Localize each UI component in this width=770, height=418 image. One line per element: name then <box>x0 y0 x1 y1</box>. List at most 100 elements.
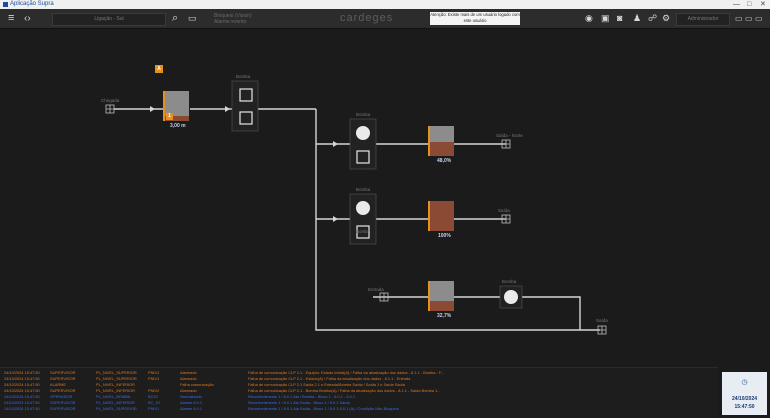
multi-login-alert: Atenção: Existe mais de um usuário logad… <box>430 12 520 25</box>
log-message: Falha de comunicação CLP 2.1 Saída 2.1 e… <box>248 382 405 387</box>
log-user: SUPERVISOR <box>50 388 76 393</box>
tank-2[interactable] <box>428 126 454 156</box>
log-row[interactable]: 24/10/2024 15:47:50 SUPERVISOR PL_NIVEL_… <box>0 406 718 412</box>
pump-group-4[interactable] <box>499 285 523 309</box>
info-line-2: Alarme evento <box>214 19 247 25</box>
window-icon[interactable]: ▭ <box>755 9 763 28</box>
valve-icon[interactable] <box>501 139 511 149</box>
pump-group-1[interactable] <box>231 80 259 132</box>
motor-icon[interactable] <box>504 290 518 304</box>
log-code: PNIV1 <box>148 370 160 375</box>
flow-arrow <box>150 106 155 112</box>
outlet-label: Saída <box>596 318 608 323</box>
log-type: Falha comunicação <box>180 382 214 387</box>
log-user: ALARME <box>50 382 66 387</box>
log-type: Alarme 8.0.1 <box>180 400 203 405</box>
log-point: PL_NIVEL_INFERIOR <box>96 388 135 393</box>
log-time: 24/10/2024 15:47:50 <box>4 394 40 399</box>
log-point: PL_NIVEL_INFERIOR <box>96 382 135 387</box>
app-logo-icon <box>3 2 8 7</box>
log-code: PNIV1 <box>148 376 160 381</box>
pump-label: Bomba <box>356 187 371 192</box>
pump-group-3[interactable] <box>349 193 377 245</box>
monitor-icon[interactable]: ▭ <box>188 9 197 28</box>
log-point: PL_NIVEL_SUPERIOR <box>96 376 137 381</box>
location-select[interactable]: Ligação - Sul <box>52 13 166 26</box>
window-icon[interactable]: ▭ <box>745 9 753 28</box>
log-time: 24/10/2024 15:47:50 <box>4 376 40 381</box>
log-message: Falha de comunicação CLP 2.1 - Bomba Bom… <box>248 388 441 393</box>
minimize-button[interactable]: — <box>733 0 740 9</box>
user-icon[interactable]: ♟ <box>633 9 641 28</box>
log-time: 24/10/2024 15:47:50 <box>4 400 40 405</box>
motor-icon[interactable] <box>356 201 370 215</box>
log-time: 24/10/2024 15:47:50 <box>4 388 40 393</box>
valve-icon[interactable] <box>105 104 115 114</box>
pump-group-2[interactable] <box>349 118 377 170</box>
pump-label: Bomba <box>502 279 517 284</box>
search-icon[interactable]: ⌕ <box>172 9 178 28</box>
pump-label: Bomba <box>356 112 371 117</box>
log-message: Reconhecimento 1 / 8.0.1 Ala Saída - Blo… <box>248 400 350 405</box>
tank-3[interactable] <box>428 201 454 231</box>
log-code: BC_S1 <box>148 400 161 405</box>
valve-icon[interactable] <box>501 214 511 224</box>
eye-icon[interactable]: ◉ <box>585 9 593 28</box>
alarm-badge[interactable]: A <box>155 65 163 73</box>
window-icon[interactable]: ▭ <box>735 9 743 28</box>
log-user: SUPERVISOR <box>50 406 76 411</box>
log-user: SUPERVISOR <box>50 400 76 405</box>
log-type: Normalizado <box>180 394 202 399</box>
brand-logo: cardeges <box>340 12 394 24</box>
valve-icon[interactable] <box>379 292 389 302</box>
event-log: 24/10/2024 15:47:50 SUPERVISOR PL_NIVEL_… <box>0 367 718 418</box>
hamburger-menu-icon[interactable]: ≡ <box>8 9 14 28</box>
log-message: Falha de comunicação CLP 2.1 - Equipto: … <box>248 370 445 375</box>
pump-label: Bomba <box>356 229 371 234</box>
log-time: 24/10/2024 15:47:50 <box>4 370 40 375</box>
log-user: SUPERVISOR <box>50 376 76 381</box>
diagram-canvas: A 1 Chegada Bomba Bomba Saída - Norte Bo… <box>0 29 770 367</box>
camera-icon[interactable]: ◙ <box>617 9 622 28</box>
close-button[interactable]: ✕ <box>760 0 766 9</box>
log-message: Reconhecimento 1 / 8.0.1 Ala / Bomba - B… <box>248 394 356 399</box>
clock-date: 24/10/2024 <box>731 396 758 402</box>
log-type: Alarmado <box>180 388 197 393</box>
clock-icon: ◷ <box>741 379 748 386</box>
tank-level-text: 3,00 m <box>170 123 186 129</box>
group-icon[interactable]: ☍ <box>648 9 657 28</box>
alarm-badge[interactable]: 1 <box>166 113 173 120</box>
flow-arrow <box>333 216 338 222</box>
window-title: Aplicação Supra <box>10 1 54 7</box>
user-field[interactable]: Administrador <box>676 13 730 26</box>
inlet-label: Entrada <box>368 287 384 292</box>
pump-label: Bomba <box>236 74 251 79</box>
log-message: Falha de comunicação CLP 2.1 - Estado(A)… <box>248 376 411 381</box>
log-code: PNIV2 <box>148 388 160 393</box>
log-user: OPERADOR <box>50 394 73 399</box>
log-message: Reconhecimento 1 / 8.0.1 Ala Saída - Blo… <box>248 406 399 411</box>
tank-level-text: 100% <box>438 233 451 239</box>
outlet-label: Saída - Norte <box>496 133 523 138</box>
valve-label: Chegada <box>101 98 120 103</box>
tank-level-text: 48,0% <box>437 158 452 164</box>
flow-arrow <box>333 141 338 147</box>
clock-time: 15:47:50 <box>734 404 755 410</box>
log-point: PL_NIVEL_INFERIOR <box>96 400 135 405</box>
pipe-diagram <box>105 80 607 335</box>
title-bar: Aplicação Supra — □ ✕ <box>0 0 770 9</box>
motor-icon[interactable] <box>356 126 370 140</box>
valve-icon[interactable] <box>597 325 607 335</box>
log-time: 24/10/2024 15:47:50 <box>4 406 40 411</box>
log-code: BCS1 <box>148 394 159 399</box>
log-point: PL_NIVEL_BOMBA <box>96 394 131 399</box>
clock-widget: ◷ 24/10/2024 15:47:50 <box>722 372 767 415</box>
log-type: Alarmado <box>180 376 197 381</box>
maximize-button[interactable]: □ <box>747 0 751 9</box>
settings-icon[interactable]: ⚙ <box>662 9 670 28</box>
code-brackets-icon[interactable]: ‹› <box>24 9 31 28</box>
log-type: Alarmado <box>180 370 197 375</box>
panel-icon[interactable]: ▣ <box>601 9 610 28</box>
log-type: Alarme 8.0.1 <box>180 406 203 411</box>
tank-4[interactable] <box>428 281 454 311</box>
